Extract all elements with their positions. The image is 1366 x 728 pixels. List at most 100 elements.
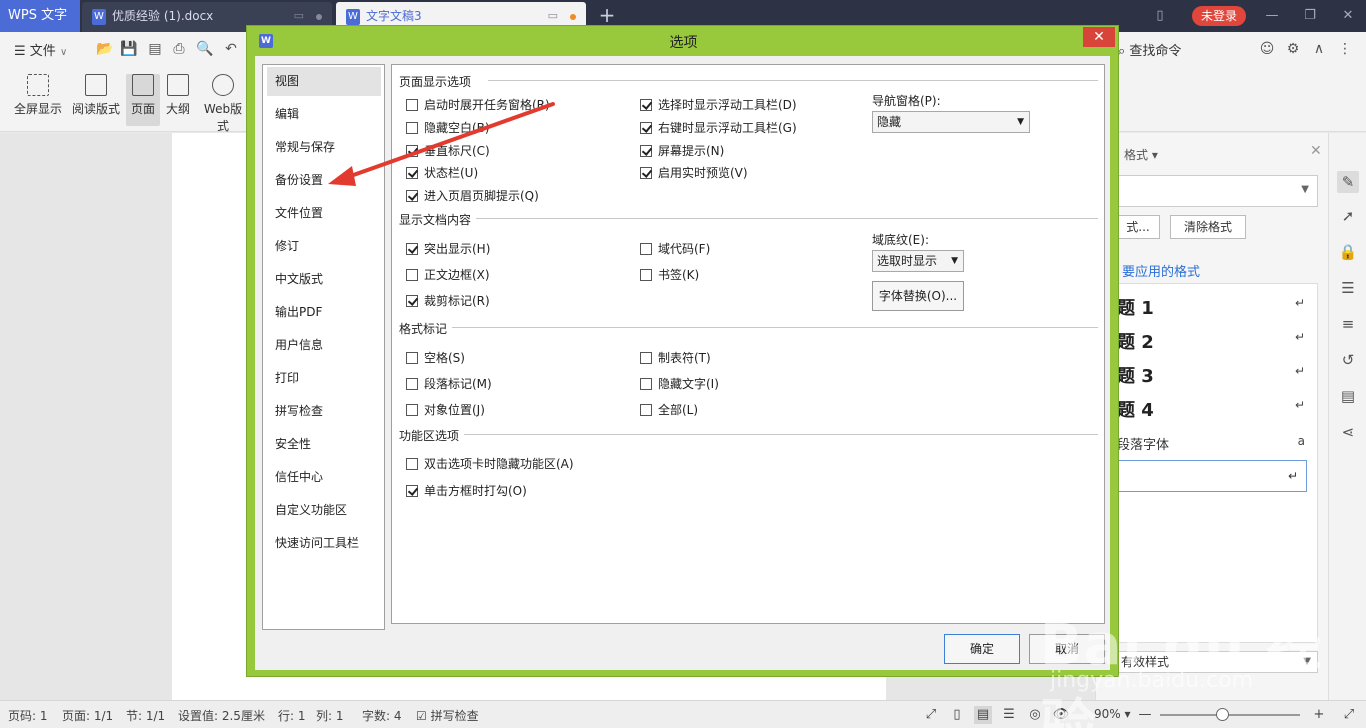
web-layout-button[interactable]: Web版式 xyxy=(198,74,248,134)
nav-item-spell-check[interactable]: 拼写检查 xyxy=(267,397,381,426)
cb-float-toolbar-select[interactable]: 选择时显示浮动工具栏(D) xyxy=(640,98,797,112)
gear-icon[interactable]: ⚙ xyxy=(1284,40,1302,58)
window-mode-icon[interactable]: ▯ xyxy=(1150,6,1170,26)
nav-item-print[interactable]: 打印 xyxy=(267,364,381,393)
checkbox[interactable] xyxy=(406,190,418,202)
collapse-ribbon-icon[interactable]: ∧ xyxy=(1310,40,1328,58)
cb-screen-tips[interactable]: 屏幕提示(N) xyxy=(640,144,724,158)
cb-live-preview[interactable]: 启用实时预览(V) xyxy=(640,166,748,180)
font-substitution-button[interactable]: 字体替换(O)... xyxy=(872,281,964,311)
fullscreen-icon[interactable]: ⤢ xyxy=(922,706,940,724)
ok-button[interactable]: 确定 xyxy=(944,634,1020,664)
print-preview-icon[interactable]: 🔍 xyxy=(196,40,214,58)
clear-format-button[interactable]: 清除格式 xyxy=(1170,215,1246,239)
cb-status-bar[interactable]: 状态栏(U) xyxy=(406,166,478,180)
checkbox[interactable] xyxy=(406,485,418,497)
outline-icon[interactable]: ☰ xyxy=(1000,706,1018,724)
fullscreen-button[interactable]: 全屏显示 xyxy=(10,74,66,117)
cb-crop-marks[interactable]: 裁剪标记(R) xyxy=(406,294,490,308)
checkbox[interactable] xyxy=(406,167,418,179)
cb-all-marks[interactable]: 全部(L) xyxy=(640,403,698,417)
nav-item-export-pdf[interactable]: 输出PDF xyxy=(267,298,381,327)
cb-vertical-ruler[interactable]: 垂直标尺(C) xyxy=(406,144,490,158)
file-menu[interactable]: ☰ 文件 ∨ xyxy=(14,40,67,59)
new-style-button[interactable]: 式... xyxy=(1116,215,1160,239)
page-layout-button[interactable]: 页面 xyxy=(126,74,160,126)
cb-float-toolbar-rightclick[interactable]: 右键时显示浮动工具栏(G) xyxy=(640,121,797,135)
list-icon[interactable]: ☰ xyxy=(1337,277,1359,299)
print-icon[interactable]: ⎙ xyxy=(170,40,188,58)
nav-item-trust-center[interactable]: 信任中心 xyxy=(267,463,381,492)
app-tab[interactable]: WPS 文字 xyxy=(0,0,80,32)
selected-style-item[interactable]: ↵ xyxy=(1117,460,1307,492)
nav-item-user-info[interactable]: 用户信息 xyxy=(267,331,381,360)
checkbox[interactable] xyxy=(406,269,418,281)
nav-item-edit[interactable]: 编辑 xyxy=(267,100,381,129)
checkbox[interactable] xyxy=(640,404,652,416)
cb-field-codes[interactable]: 域代码(F) xyxy=(640,242,710,256)
dialog-close-button[interactable]: ✕ xyxy=(1083,27,1115,47)
feedback-icon[interactable]: ☺ xyxy=(1258,40,1276,58)
restore-icon[interactable]: ❐ xyxy=(1300,6,1320,26)
checkbox[interactable] xyxy=(640,167,652,179)
save-icon[interactable]: 💾 xyxy=(120,40,138,58)
cb-object-anchors[interactable]: 对象位置(J) xyxy=(406,403,485,417)
checkbox[interactable] xyxy=(640,99,652,111)
checkbox[interactable] xyxy=(406,145,418,157)
cursor-icon[interactable]: ➚ xyxy=(1337,205,1359,227)
nav-item-view[interactable]: 视图 xyxy=(267,67,381,96)
checkbox[interactable] xyxy=(640,378,652,390)
word-count-status[interactable]: 字数: 4 xyxy=(362,707,402,724)
minimize-icon[interactable]: — xyxy=(1262,6,1282,26)
cb-paragraph-marks[interactable]: 段落标记(M) xyxy=(406,377,492,391)
paragraph-font-label[interactable]: 段落字体 xyxy=(1117,434,1169,453)
list-item[interactable]: 题 4 ↵ xyxy=(1117,392,1317,422)
cb-dblclick-hide-ribbon[interactable]: 双击选项卡时隐藏功能区(A) xyxy=(406,457,574,471)
outline-button[interactable]: 大纲 xyxy=(162,74,194,117)
cb-header-footer-tip[interactable]: 进入页眉页脚提示(Q) xyxy=(406,189,539,203)
reading-layout-icon[interactable]: ▯ xyxy=(948,706,966,724)
list-item[interactable]: 题 1 ↵ xyxy=(1117,290,1317,320)
nav-item-quick-access[interactable]: 快速访问工具栏 xyxy=(267,529,381,558)
cb-hidden-text[interactable]: 隐藏文字(I) xyxy=(640,377,719,391)
nav-item-general-save[interactable]: 常规与保存 xyxy=(267,133,381,162)
cb-tab-chars[interactable]: 制表符(T) xyxy=(640,351,711,365)
apply-format-link[interactable]: 要应用的格式 xyxy=(1122,261,1200,280)
checkbox[interactable] xyxy=(406,122,418,134)
checkbox[interactable] xyxy=(640,122,652,134)
reading-layout-button[interactable]: 阅读版式 xyxy=(70,74,122,117)
checkbox[interactable] xyxy=(406,378,418,390)
new-tab-button[interactable]: + xyxy=(596,4,618,26)
share-icon[interactable]: ⋖ xyxy=(1337,421,1359,443)
undo-icon[interactable]: ↶ xyxy=(222,40,240,58)
list-item[interactable]: 题 3 ↵ xyxy=(1117,358,1317,388)
more-icon[interactable]: ⋮ xyxy=(1336,40,1354,58)
cb-text-border[interactable]: 正文边框(X) xyxy=(406,268,490,282)
lock-icon[interactable]: 🔒 xyxy=(1337,241,1359,263)
close-icon[interactable]: ✕ xyxy=(1310,143,1322,159)
nav-item-security[interactable]: 安全性 xyxy=(267,430,381,459)
spell-check-status[interactable]: ☑ 拼写检查 xyxy=(416,707,479,724)
checkbox[interactable] xyxy=(406,352,418,364)
checkbox[interactable] xyxy=(406,243,418,255)
history-icon[interactable]: ↺ xyxy=(1337,349,1359,371)
pdf-icon[interactable]: ▤ xyxy=(146,40,164,58)
nav-pane-select[interactable]: 隐藏 ▼ xyxy=(872,111,1030,133)
find-command[interactable]: ⌕ 查找命令 xyxy=(1118,40,1181,59)
open-icon[interactable]: 📂 xyxy=(96,40,114,58)
checkbox[interactable] xyxy=(406,99,418,111)
cb-highlight[interactable]: 突出显示(H) xyxy=(406,242,490,256)
checkbox[interactable] xyxy=(640,145,652,157)
checkbox[interactable] xyxy=(406,458,418,470)
cb-spaces[interactable]: 空格(S) xyxy=(406,351,465,365)
pen-icon[interactable]: ✎ xyxy=(1337,171,1359,193)
cb-hide-blank[interactable]: 隐藏空白(B) xyxy=(406,121,490,135)
checkbox[interactable] xyxy=(640,243,652,255)
cb-expand-taskpane[interactable]: 启动时展开任务窗格(R) xyxy=(406,98,550,112)
document-icon[interactable]: ▤ xyxy=(1337,385,1359,407)
checkbox[interactable] xyxy=(406,295,418,307)
page-layout-icon[interactable]: ▤ xyxy=(974,706,992,724)
checkbox[interactable] xyxy=(640,269,652,281)
nav-item-custom-ribbon[interactable]: 自定义功能区 xyxy=(267,496,381,525)
cb-bookmarks[interactable]: 书签(K) xyxy=(640,268,699,282)
